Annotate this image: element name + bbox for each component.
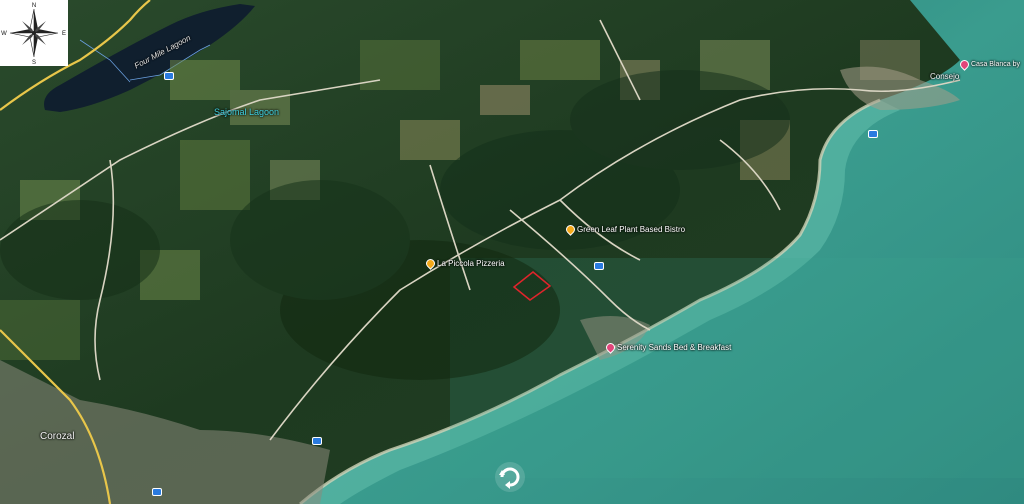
road-badge (164, 72, 174, 80)
poi-casa-blanca[interactable]: Casa Blanca by (958, 58, 1021, 71)
rotate-view-button[interactable] (494, 461, 526, 493)
poi-green-leaf[interactable]: Green Leaf Plant Based Bistro (564, 223, 686, 236)
road-badge (312, 437, 322, 445)
satellite-map[interactable]: Four Mile Lagoon Sajomal Lagoon Consejo … (0, 0, 1024, 504)
road-badge (868, 130, 878, 138)
road-badge (152, 488, 162, 496)
hotel-pin-icon (958, 58, 971, 71)
poi-la-piccola[interactable]: La Piccola Pizzeria (424, 257, 505, 270)
road-badge (594, 262, 604, 270)
consejo-label: Consejo (930, 72, 960, 81)
compass-s: S (32, 60, 36, 66)
rotate-view-icon (495, 462, 525, 492)
poi-label: Green Leaf Plant Based Bistro (577, 225, 686, 234)
hotel-pin-icon (604, 341, 617, 354)
compass-e: E (62, 31, 66, 37)
compass-w: W (1, 31, 7, 37)
poi-serenity-sands[interactable]: Serenity Sands Bed & Breakfast (604, 341, 732, 354)
satellite-imagery (0, 0, 1024, 504)
poi-label: Serenity Sands Bed & Breakfast (617, 343, 732, 352)
poi-label: Casa Blanca by (971, 61, 1021, 68)
poi-label: La Piccola Pizzeria (437, 259, 505, 268)
compass-rose-icon[interactable]: N S E W (0, 0, 68, 66)
compass-n: N (32, 3, 36, 9)
restaurant-pin-icon (564, 223, 577, 236)
corozal-label: Corozal (40, 431, 75, 442)
sajomal-lagoon-label: Sajomal Lagoon (214, 107, 280, 117)
restaurant-pin-icon (424, 257, 437, 270)
